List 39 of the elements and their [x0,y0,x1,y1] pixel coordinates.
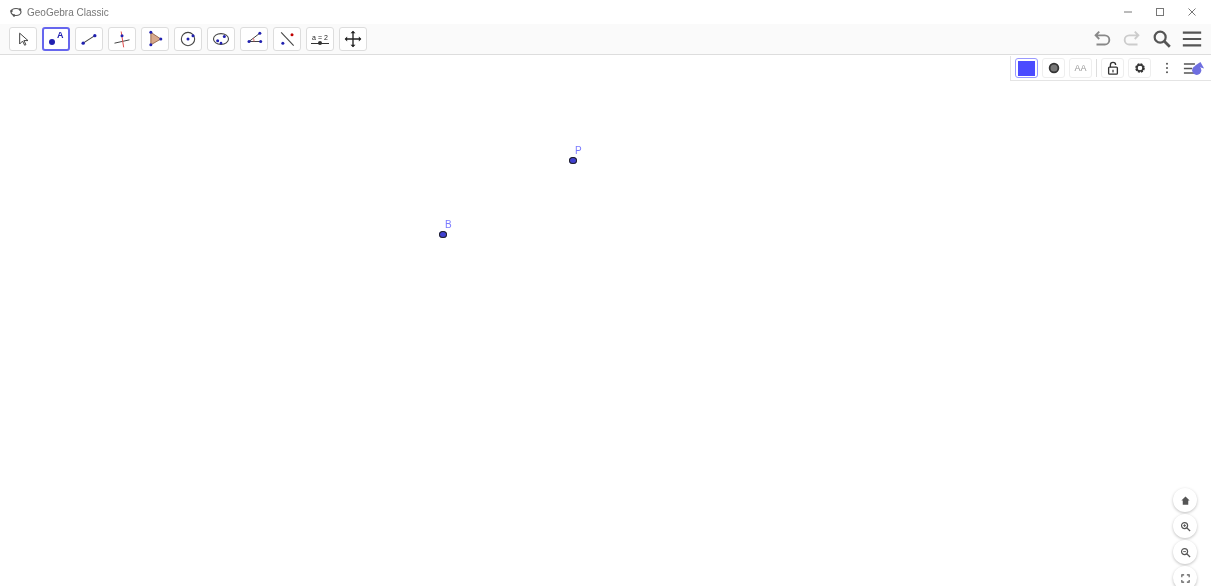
point-marker[interactable] [439,231,447,238]
four-arrows-icon [343,29,363,49]
dot-icon [1046,61,1061,75]
window-title: GeoGebra Classic [27,6,109,18]
circle-icon [178,29,198,49]
lock-button[interactable] [1101,58,1124,78]
padlock-icon [1105,61,1120,75]
search-icon[interactable] [1151,28,1173,50]
point-marker[interactable] [569,157,577,164]
point-tool[interactable]: A [42,27,70,51]
move-tool[interactable] [9,27,37,51]
fullscreen-icon [1179,572,1191,584]
zoom-out-icon [1179,546,1191,558]
settings-button[interactable] [1128,58,1151,78]
home-button[interactable] [1173,488,1197,512]
menu-icon[interactable] [1181,28,1203,50]
ellipse-tool[interactable] [207,27,235,51]
settings-icon [1132,61,1147,75]
point-label: P [575,145,582,156]
toggle-style-bar-icon[interactable] [1183,60,1205,76]
fullscreen-button[interactable] [1173,566,1197,586]
point-style-button[interactable] [1042,58,1065,78]
pan-tool[interactable] [339,27,367,51]
polygon-tool[interactable] [141,27,169,51]
reflect-tool[interactable] [273,27,301,51]
home-icon [1179,494,1191,506]
zoom-out-button[interactable] [1173,540,1197,564]
point-label: B [445,219,452,230]
line-tool[interactable] [75,27,103,51]
app-logo-icon [10,7,22,17]
crossing-lines-icon [112,29,132,49]
zoom-in-button[interactable] [1173,514,1197,538]
zoom-in-icon [1179,520,1191,532]
more-icon[interactable] [1165,62,1169,74]
close-icon[interactable] [1187,7,1197,17]
maximize-icon[interactable] [1155,7,1165,17]
circle-tool[interactable] [174,27,202,51]
perpendicular-tool[interactable] [108,27,136,51]
angle-tool[interactable] [240,27,268,51]
